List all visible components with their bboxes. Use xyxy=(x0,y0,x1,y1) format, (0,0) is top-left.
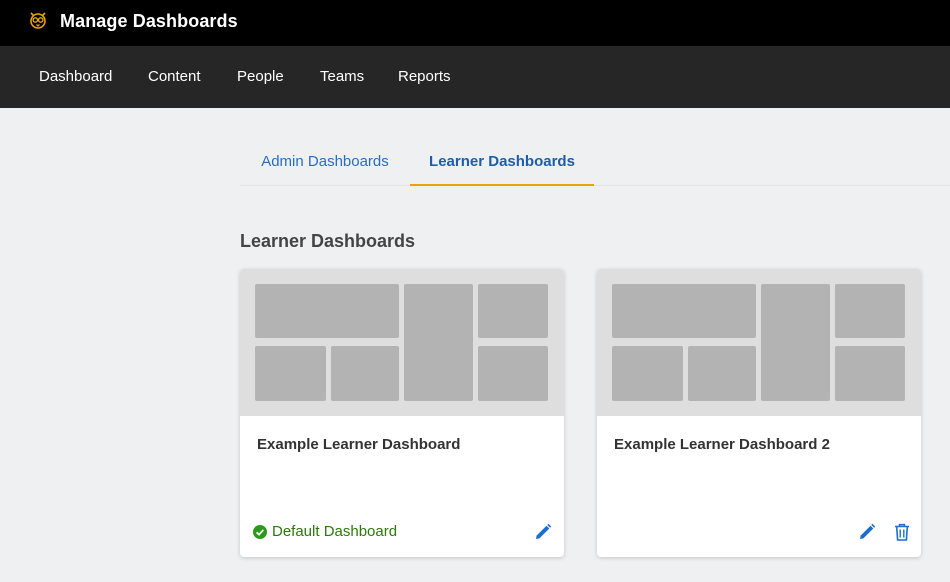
pencil-icon[interactable] xyxy=(533,522,553,542)
tab-admin-dashboards[interactable]: Admin Dashboards xyxy=(240,138,410,186)
nav-item-teams[interactable]: Teams xyxy=(320,68,364,85)
nav-item-dashboard[interactable]: Dashboard xyxy=(39,68,112,85)
nav-item-people[interactable]: People xyxy=(237,68,284,85)
app-title: Manage Dashboards xyxy=(60,11,238,31)
tab-learner-dashboards[interactable]: Learner Dashboards xyxy=(410,138,594,186)
dashboard-card[interactable]: Example Learner Dashboard Default Dashbo… xyxy=(240,269,564,557)
owl-logo-icon xyxy=(28,10,48,30)
dashboard-thumbnail xyxy=(240,269,564,416)
card-title[interactable]: Example Learner Dashboard 2 xyxy=(614,436,830,453)
pencil-icon[interactable] xyxy=(857,522,877,542)
top-bar: Manage Dashboards xyxy=(0,0,950,46)
nav-item-content[interactable]: Content xyxy=(148,68,201,85)
dashboard-card[interactable]: Example Learner Dashboard 2 xyxy=(597,269,921,557)
section-title: Learner Dashboards xyxy=(240,231,416,251)
default-dashboard-badge: Default Dashboard xyxy=(252,523,397,540)
check-circle-icon xyxy=(252,524,268,540)
main-nav: Dashboard Content People Teams Reports xyxy=(0,46,950,108)
dashboard-thumbnail xyxy=(597,269,921,416)
card-title[interactable]: Example Learner Dashboard xyxy=(257,436,460,453)
default-dashboard-label: Default Dashboard xyxy=(272,523,398,540)
dashboard-tabs: Admin Dashboards Learner Dashboards xyxy=(240,138,950,186)
trash-icon[interactable] xyxy=(892,522,912,542)
nav-item-reports[interactable]: Reports xyxy=(398,68,451,85)
